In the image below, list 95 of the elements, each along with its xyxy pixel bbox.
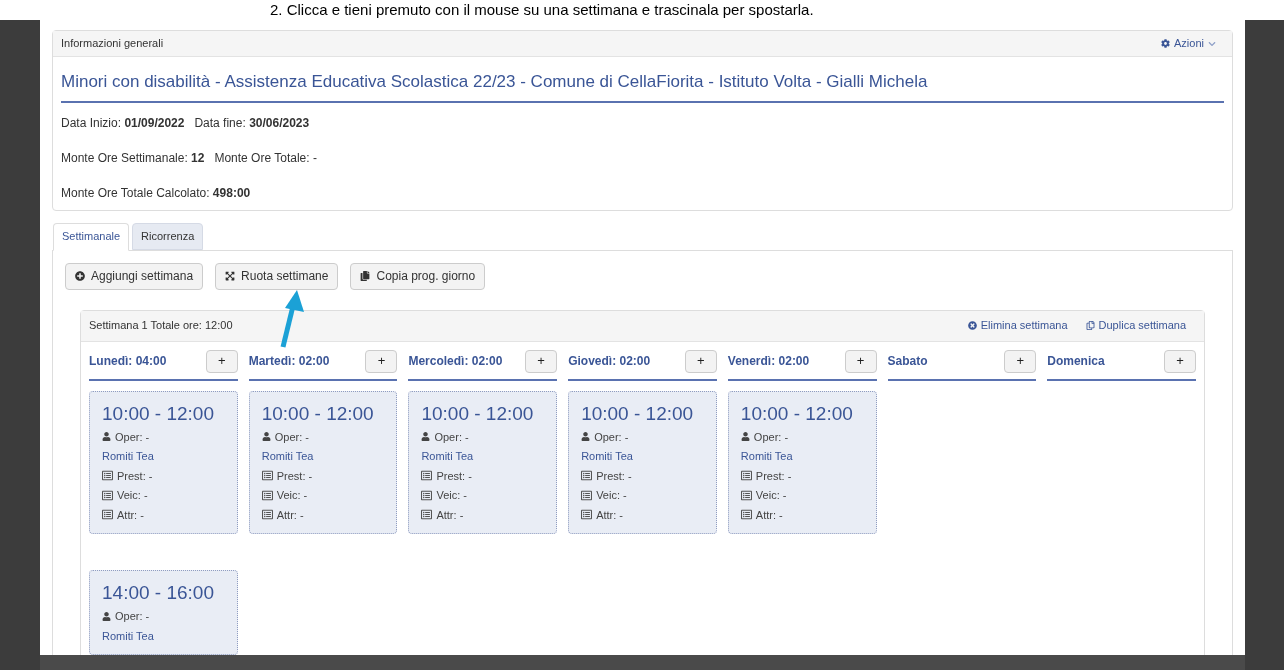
event-detail: Prest: -: [755, 468, 792, 484]
add-slot-button[interactable]: +: [205, 349, 238, 373]
event-person[interactable]: Romiti Tea: [102, 448, 225, 465]
event-time: 10:00 - 12:00: [740, 401, 854, 426]
chevron-down-icon: [1208, 39, 1216, 48]
panel-title: Informazioni generali: [61, 36, 164, 52]
event-detail: Attr: -: [596, 507, 624, 523]
week-action-link[interactable]: Duplica settimana: [1085, 317, 1186, 334]
toolbar-button[interactable]: Ruota settimane: [215, 262, 339, 290]
day-header: Lunedì: 04:00: [89, 353, 167, 370]
day-header: Mercoledì: 02:00: [408, 353, 503, 370]
actions-dropdown[interactable]: Azioni: [1161, 35, 1216, 52]
user-icon: [261, 432, 271, 442]
list-icon: [581, 489, 593, 501]
event-time: 10:00 - 12:00: [421, 401, 535, 426]
event-detail: Veic: -: [436, 488, 467, 503]
list-icon: [421, 489, 433, 501]
add-slot-button[interactable]: +: [525, 349, 558, 373]
event-time: 14:00 - 16:00: [102, 581, 215, 605]
toolbar-button[interactable]: Copia prog. giorno: [350, 262, 486, 290]
user-icon: [102, 611, 111, 621]
event-operator: Oper: -: [274, 429, 309, 445]
event-operator: Oper: -: [434, 429, 469, 445]
list-icon: [102, 509, 113, 521]
week-panel[interactable]: [80, 309, 1205, 655]
toolbar-button[interactable]: Aggiungi settimana: [65, 262, 204, 290]
event-card[interactable]: 10:00 - 12:00 Oper: - Romiti Tea Prest: - Veic: - Attr: -: [89, 390, 238, 534]
event-person[interactable]: Romiti Tea: [261, 448, 385, 465]
info-line: Data Inizio: 01/09/2022 Data fine: 30/06/2023: [61, 114, 311, 132]
event-detail: Veic: -: [596, 488, 627, 503]
event-operator: Oper: -: [594, 429, 629, 445]
event-detail: Prest: -: [117, 468, 153, 484]
event-detail: Attr: -: [117, 507, 144, 523]
tab[interactable]: Ricorrenza: [132, 222, 204, 250]
list-icon: [261, 509, 273, 521]
settings-icon: [1161, 39, 1171, 48]
list-icon: [740, 470, 752, 482]
day-header: Venerdì: 02:00: [727, 353, 810, 370]
event-card[interactable]: 10:00 - 12:00 Oper: - Romiti Tea Prest: - Veic: - Attr: -: [568, 390, 717, 534]
user-icon: [740, 432, 750, 442]
add-slot-button[interactable]: +: [1004, 349, 1037, 373]
user-icon: [421, 432, 431, 442]
list-icon: [740, 509, 752, 521]
event-card[interactable]: 10:00 - 12:00 Oper: - Romiti Tea Prest: - Veic: - Attr: -: [727, 390, 877, 534]
event-detail: Attr: -: [436, 507, 464, 523]
record-title: Minori con disabilità - Assistenza Educativa Scolastica 22/23 - Comune di CellaFiorita - Istituto Volta - Gialli Michela: [61, 69, 1224, 103]
event-detail: Prest: -: [596, 468, 632, 484]
day-header: Sabato: [887, 353, 928, 370]
day-header: Domenica: [1047, 353, 1105, 370]
list-icon: [581, 509, 593, 521]
list-icon: [261, 489, 273, 501]
event-time: 10:00 - 12:00: [261, 401, 375, 426]
info-line: Monte Ore Totale Calcolato: 498:00: [61, 184, 252, 202]
event-detail: Veic: -: [117, 488, 148, 503]
add-slot-button[interactable]: +: [365, 349, 398, 373]
list-icon: [421, 470, 433, 482]
event-detail: Veic: -: [755, 488, 787, 503]
event-detail: Veic: -: [276, 488, 308, 503]
day-header: Giovedì: 02:00: [568, 353, 651, 370]
event-time: 10:00 - 12:00: [581, 401, 695, 426]
cross-arrows-icon: [225, 271, 236, 281]
list-icon: [102, 470, 113, 482]
list-icon: [102, 489, 113, 501]
user-icon: [581, 432, 591, 442]
day-header: Martedì: 02:00: [248, 353, 330, 370]
event-detail: Prest: -: [276, 468, 313, 484]
add-slot-button[interactable]: +: [844, 349, 877, 373]
event-person[interactable]: Romiti Tea: [740, 448, 864, 465]
user-icon: [102, 432, 111, 442]
add-slot-button[interactable]: +: [1164, 349, 1196, 373]
copy-icon: [1085, 321, 1095, 330]
event-person[interactable]: Romiti Tea: [581, 448, 704, 465]
event-operator: Oper: -: [753, 429, 789, 445]
list-icon: [421, 509, 433, 521]
event-card[interactable]: 14:00 - 16:00 Oper: - Romiti Tea: [89, 570, 238, 655]
event-operator: Oper: -: [115, 609, 150, 624]
list-icon: [581, 470, 593, 482]
event-detail: Attr: -: [755, 507, 783, 523]
week-title: Settimana 1 Totale ore: 12:00: [89, 318, 233, 334]
event-person[interactable]: Romiti Tea: [102, 627, 225, 644]
event-card[interactable]: 10:00 - 12:00 Oper: - Romiti Tea Prest: - Veic: - Attr: -: [408, 390, 558, 534]
list-icon: [261, 470, 273, 482]
event-card[interactable]: 10:00 - 12:00 Oper: - Romiti Tea Prest: - Veic: - Attr: -: [248, 390, 398, 534]
event-time: 10:00 - 12:00: [102, 401, 215, 426]
event-person[interactable]: Romiti Tea: [421, 448, 545, 465]
caption-text: 2. Clicca e tieni premuto con il mouse su una settimana e trascinala per spostarla.: [270, 0, 814, 20]
list-icon: [740, 489, 752, 501]
week-action-link[interactable]: Elimina settimana: [967, 317, 1068, 334]
event-operator: Oper: -: [115, 429, 150, 445]
event-detail: Attr: -: [276, 507, 304, 523]
add-slot-button[interactable]: +: [684, 349, 717, 373]
event-detail: Prest: -: [436, 468, 472, 484]
copy-icon: [360, 271, 371, 281]
tab[interactable]: Settimanale: [53, 222, 130, 251]
info-line: Monte Ore Settimanale: 12 Monte Ore Totale: -: [61, 149, 318, 167]
